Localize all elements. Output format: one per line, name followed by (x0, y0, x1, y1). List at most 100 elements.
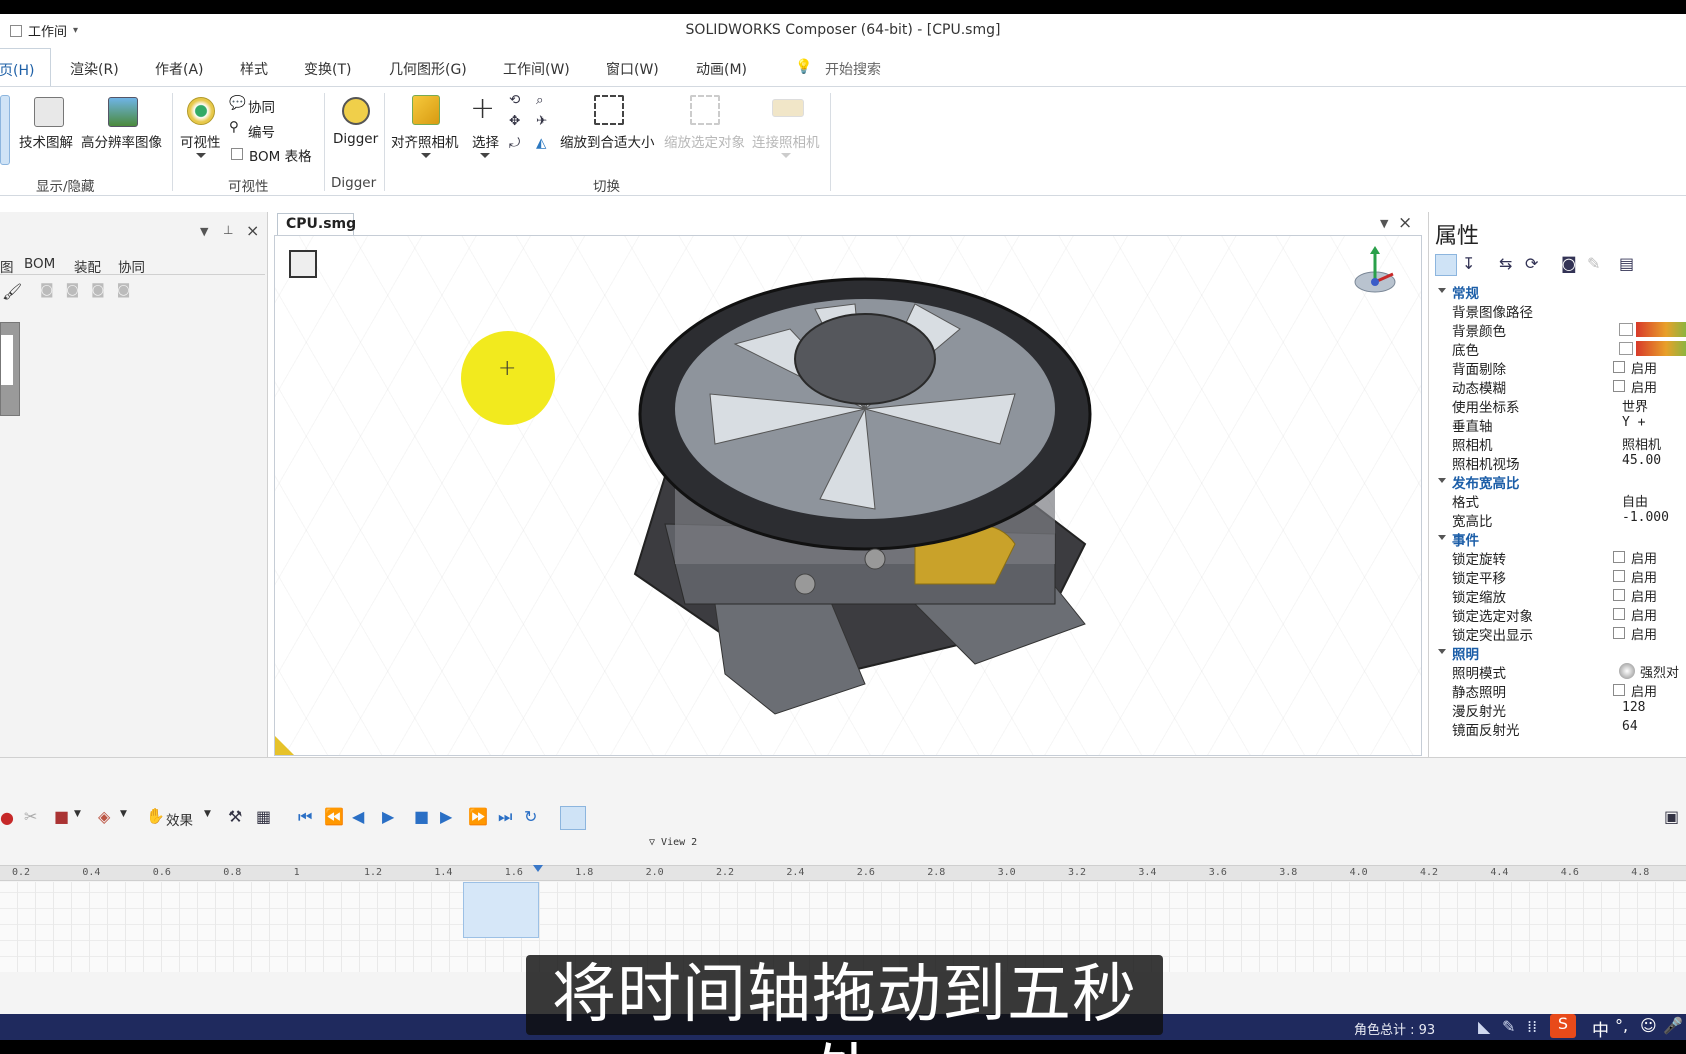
hi-res-image-button[interactable]: 高分辨率图像 (81, 131, 162, 151)
pen-icon[interactable]: ✎ (1502, 1017, 1515, 1036)
properties-key-icon[interactable]: ⚒ (228, 807, 242, 826)
cpu-cooler-model[interactable] (615, 244, 1115, 734)
collapse-triangle-icon[interactable] (1438, 649, 1446, 654)
selected-tool-highlight[interactable] (0, 95, 10, 165)
microphone-icon[interactable]: 🎤 (1663, 1016, 1683, 1035)
tab-assembly[interactable]: 装配 (74, 256, 101, 276)
collab-button[interactable]: 协同 (248, 96, 275, 116)
camera-view-icon[interactable]: ◙ (1561, 254, 1577, 273)
property-filter-icon[interactable]: ⇆ (1499, 254, 1512, 273)
menu-render[interactable]: 渲染(R) (70, 59, 119, 79)
pick-icon[interactable]: ✎ (1587, 254, 1600, 273)
property-value[interactable]: 45.00 (1622, 453, 1661, 468)
tab-collab[interactable]: 协同 (118, 256, 145, 276)
property-row[interactable]: 漫反射光 128 (1429, 700, 1686, 720)
menu-style[interactable]: 样式 (240, 59, 268, 79)
brush-icon[interactable]: 🖌 (2, 282, 22, 301)
menu-geometry[interactable]: 几何图形(G) (389, 59, 467, 79)
property-value[interactable]: -1.000 (1622, 510, 1669, 525)
property-value[interactable]: 自由 (1622, 491, 1648, 510)
property-value[interactable]: 启用 (1631, 377, 1657, 396)
property-value[interactable]: 启用 (1631, 358, 1657, 377)
property-row[interactable]: 背面剔除 启用 (1429, 358, 1686, 378)
punctuation-icon[interactable]: °, (1615, 1016, 1628, 1035)
selection-mode-icon[interactable]: ◣ (1478, 1017, 1490, 1036)
step-back-icon[interactable]: ◀ (352, 807, 364, 826)
property-row[interactable]: 背景颜色 (1429, 320, 1686, 340)
step-forward-icon[interactable]: ▶ (440, 807, 452, 826)
property-value[interactable]: 启用 (1631, 681, 1657, 700)
property-checkbox[interactable] (1613, 380, 1625, 392)
property-value[interactable]: 启用 (1631, 567, 1657, 586)
property-row[interactable]: 格式 自由 (1429, 491, 1686, 511)
tech-illustration-button[interactable]: 技术图解 (19, 131, 73, 151)
color-swatch[interactable] (1619, 342, 1633, 355)
bom-table-checkbox[interactable] (231, 148, 243, 160)
timeline-selection[interactable] (463, 882, 539, 938)
record-key-icon[interactable]: ● (0, 808, 14, 827)
view-marker[interactable]: ▽ View 2 (649, 837, 697, 848)
property-row[interactable]: 照明模式 强烈对 (1429, 662, 1686, 682)
menu-author[interactable]: 作者(A) (155, 59, 204, 79)
numbering-button[interactable]: 编号 (248, 121, 275, 141)
property-value[interactable]: 启用 (1631, 605, 1657, 624)
visibility-dropdown-icon[interactable] (196, 153, 206, 158)
zoom-selected-button[interactable]: 缩放选定对象 (664, 131, 745, 151)
first-frame-icon[interactable]: ⏮ (298, 807, 312, 827)
effects-dropdown-icon[interactable]: ▼ (204, 809, 211, 819)
tab-view[interactable]: 图 (0, 256, 14, 276)
property-value[interactable]: 启用 (1631, 624, 1657, 643)
play-icon[interactable]: ▶ (382, 807, 394, 826)
menu-home[interactable]: 页(H) (0, 48, 52, 87)
pin-icon[interactable]: ⊥ (223, 223, 233, 237)
playhead-marker[interactable] (533, 865, 543, 873)
pan-icon[interactable]: ✥ (509, 113, 520, 129)
property-row[interactable]: 照相机 照相机 (1429, 434, 1686, 454)
collapse-triangle-icon[interactable] (1438, 535, 1446, 540)
ime-logo-icon[interactable]: S (1550, 1014, 1576, 1038)
property-value[interactable]: 照相机 (1622, 434, 1661, 453)
timeline-table-icon[interactable]: ▦ (256, 807, 271, 826)
property-row[interactable]: 静态照明 启用 (1429, 681, 1686, 701)
grid-dots-icon[interactable]: ⁞⁞ (1527, 1017, 1537, 1036)
property-row[interactable]: 动态模糊 启用 (1429, 377, 1686, 397)
timeline-options-icon[interactable]: ▣ (1664, 807, 1679, 826)
panel-menu-icon[interactable]: ▼ (200, 225, 208, 238)
property-value[interactable]: 启用 (1631, 586, 1657, 605)
property-checkbox[interactable] (1613, 608, 1625, 620)
zoom-box-icon[interactable]: ⌕ (536, 92, 544, 108)
walk-icon[interactable]: ◭ (536, 135, 546, 151)
film-icon[interactable] (289, 250, 317, 278)
color-swatch[interactable] (1619, 323, 1633, 336)
property-row[interactable]: 底色 (1429, 339, 1686, 359)
property-section[interactable]: 常规 (1429, 282, 1686, 302)
property-row[interactable]: 照相机视场 45.00 (1429, 453, 1686, 473)
property-value[interactable]: 启用 (1631, 548, 1657, 567)
sort-az-icon[interactable]: ↧ (1462, 254, 1475, 273)
zoom-fit-button[interactable]: 缩放到合适大小 (560, 131, 655, 151)
digger-button[interactable]: Digger (333, 131, 378, 147)
axis-triad-icon[interactable] (1347, 244, 1403, 304)
close-icon[interactable]: × (246, 221, 259, 240)
property-row[interactable]: 镜面反射光 64 (1429, 719, 1686, 739)
menu-window[interactable]: 窗口(W) (606, 59, 659, 79)
property-checkbox[interactable] (1613, 570, 1625, 582)
search-box[interactable]: 开始搜索 (825, 59, 881, 79)
property-row[interactable]: 锁定缩放 启用 (1429, 586, 1686, 606)
align-camera-dropdown-icon[interactable] (421, 153, 431, 158)
rotate-icon[interactable]: ⟲ (509, 92, 520, 108)
property-row[interactable]: 垂直轴 Y + (1429, 415, 1686, 435)
color-gradient-picker[interactable] (1636, 341, 1686, 356)
property-checkbox[interactable] (1613, 589, 1625, 601)
color-gradient-picker[interactable] (1636, 322, 1686, 337)
refresh-icon[interactable]: ⟳ (1525, 254, 1538, 273)
effects-button[interactable]: 效果 (166, 809, 193, 829)
effect-key-dropdown-icon[interactable]: ▼ (120, 809, 127, 819)
property-checkbox[interactable] (1613, 684, 1625, 696)
last-frame-icon[interactable]: ⏭ (498, 807, 512, 827)
property-value[interactable]: 强烈对 (1640, 662, 1679, 681)
doc-close-icon[interactable]: × (1398, 213, 1412, 233)
property-value[interactable]: 世界 (1622, 396, 1648, 415)
property-row[interactable]: 锁定平移 启用 (1429, 567, 1686, 587)
next-key-icon[interactable]: ⏩ (468, 807, 488, 826)
